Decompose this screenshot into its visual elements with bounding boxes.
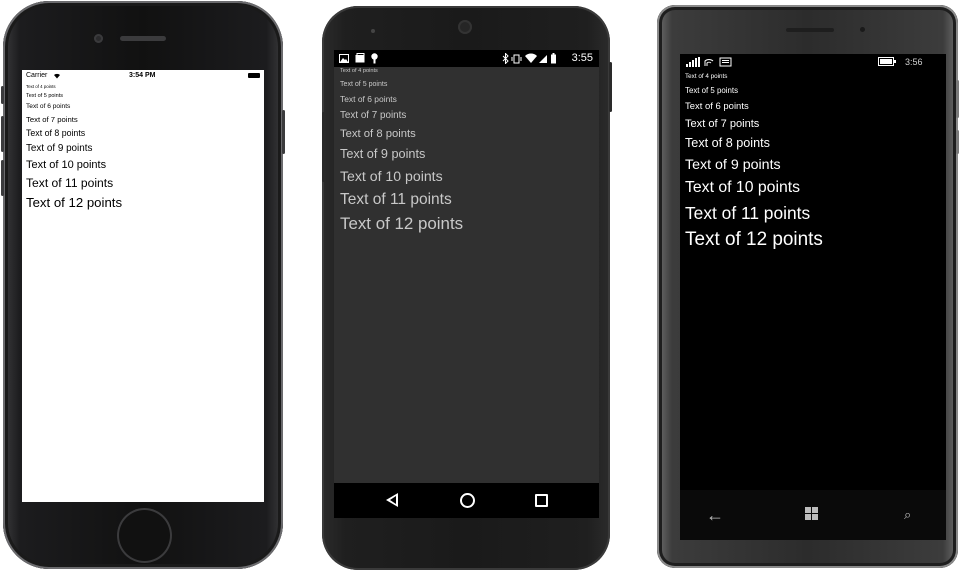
battery-icon bbox=[551, 54, 556, 64]
wifi-icon bbox=[525, 53, 537, 63]
android-volume-button bbox=[322, 112, 325, 182]
battery-icon bbox=[248, 73, 260, 78]
wp-nav-bar: ← ⌕ bbox=[680, 490, 946, 540]
iphone-power-button bbox=[282, 110, 285, 154]
text-line: Text of 8 points bbox=[340, 127, 416, 140]
text-line: Text of 6 points bbox=[685, 100, 749, 112]
wp-status-bar: 3:56 bbox=[680, 54, 946, 70]
back-triangle-inner bbox=[390, 496, 396, 504]
android-screen: 3:55 Text of 4 points Text of 5 points Tex… bbox=[334, 50, 599, 518]
text-line: Text of 9 points bbox=[26, 142, 93, 154]
android-front-camera bbox=[458, 20, 472, 34]
iphone-volume-down-button bbox=[1, 160, 4, 196]
wp-camera bbox=[860, 27, 865, 32]
text-line: Text of 5 points bbox=[340, 81, 388, 89]
search-icon[interactable]: ⌕ bbox=[904, 507, 911, 523]
signal-bars-icon bbox=[686, 57, 732, 67]
back-arrow-icon[interactable]: ← bbox=[706, 505, 724, 526]
signal-icon bbox=[539, 55, 547, 63]
text-line: Text of 5 points bbox=[685, 85, 739, 95]
photo-icon bbox=[355, 53, 365, 63]
carrier-label: Carrier bbox=[26, 72, 48, 79]
text-line: Text of 6 points bbox=[26, 103, 71, 111]
bulb-icon bbox=[371, 53, 378, 64]
ios-screen: Carrier 3:54 PM Text of 4 points Text of … bbox=[22, 70, 264, 502]
iphone-mute-switch bbox=[1, 86, 4, 104]
status-time: 3:55 bbox=[571, 52, 593, 64]
text-line: Text of 10 points bbox=[685, 179, 801, 197]
text-line: Text of 12 points bbox=[685, 229, 823, 251]
iphone-volume-up-button bbox=[1, 116, 4, 152]
text-line: Text of 4 points bbox=[685, 73, 728, 80]
text-line: Text of 10 points bbox=[340, 167, 443, 184]
home-circle-icon[interactable] bbox=[460, 493, 475, 508]
ios-status-bar: Carrier 3:54 PM bbox=[22, 70, 264, 82]
text-line: Text of 7 points bbox=[26, 114, 78, 124]
home-button[interactable] bbox=[117, 508, 172, 563]
text-line: Text of 4 points bbox=[26, 84, 56, 89]
text-line: Text of 8 points bbox=[26, 127, 86, 138]
android-sensor bbox=[371, 29, 375, 33]
vibrate-icon bbox=[513, 54, 520, 64]
android-nav-bar bbox=[334, 483, 599, 518]
wifi-icon bbox=[54, 73, 60, 79]
recents-square-icon[interactable] bbox=[535, 494, 548, 507]
winphone-screen: 3:56 Text of 4 points Text of 5 points Tex… bbox=[680, 54, 946, 490]
text-line: Text of 9 points bbox=[685, 156, 781, 173]
text-line: Text of 7 points bbox=[685, 117, 760, 130]
battery-icon bbox=[878, 57, 896, 66]
wp-power-button bbox=[956, 130, 959, 154]
text-line: Text of 11 points bbox=[26, 176, 114, 191]
status-time: 3:54 PM bbox=[129, 72, 156, 79]
text-line: Text of 10 points bbox=[26, 158, 107, 171]
text-line: Text of 4 points bbox=[340, 68, 378, 74]
android-power-button bbox=[609, 62, 612, 112]
text-line: Text of 12 points bbox=[340, 214, 464, 234]
image-icon bbox=[339, 54, 349, 63]
text-line: Text of 5 points bbox=[26, 92, 63, 99]
iphone-speaker bbox=[120, 36, 166, 41]
android-system-icons bbox=[502, 53, 556, 64]
text-line: Text of 12 points bbox=[26, 195, 123, 210]
text-line: Text of 11 points bbox=[685, 202, 811, 223]
bluetooth-icon bbox=[502, 53, 509, 64]
text-line: Text of 9 points bbox=[340, 146, 426, 161]
text-line: Text of 8 points bbox=[685, 136, 770, 151]
iphone-camera bbox=[94, 34, 103, 43]
wp-speaker bbox=[786, 28, 834, 32]
wp-volume-button bbox=[956, 80, 959, 118]
text-line: Text of 7 points bbox=[340, 110, 407, 121]
windows-logo-icon[interactable] bbox=[805, 507, 819, 521]
android-status-bar: 3:55 bbox=[334, 50, 599, 67]
text-line: Text of 11 points bbox=[340, 190, 452, 208]
text-line: Text of 6 points bbox=[340, 94, 397, 105]
status-time: 3:56 bbox=[905, 57, 923, 67]
